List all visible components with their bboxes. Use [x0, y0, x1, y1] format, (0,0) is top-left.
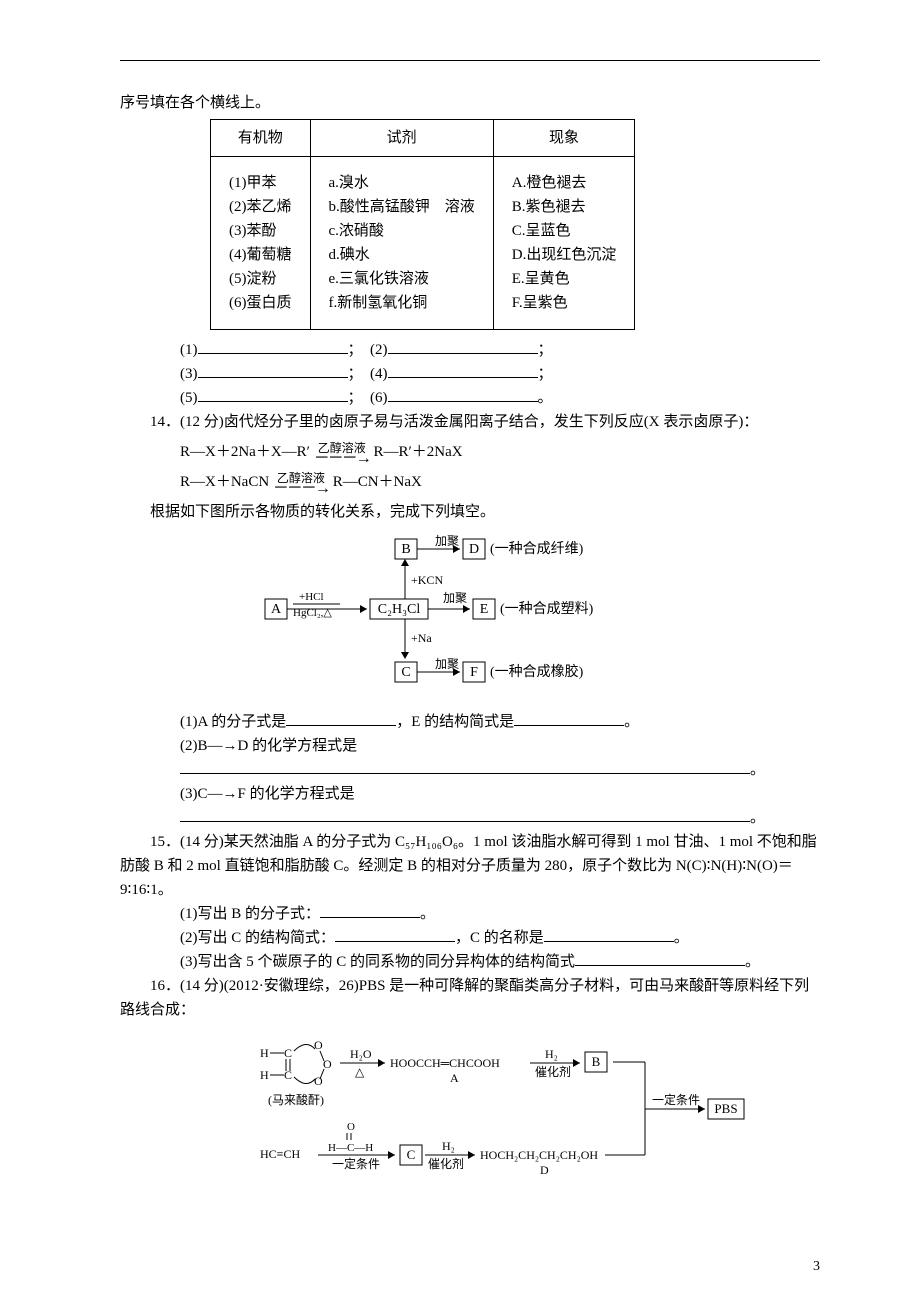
reagent-table: 有机物 试剂 现象 (1)甲苯 (2)苯乙烯 (3)苯酚 (4)葡萄糖 (5)淀… [210, 119, 635, 330]
svg-text:C: C [284, 1068, 292, 1082]
q14-bridge: 根据如下图所示各物质的转化关系，完成下列填空。 [120, 500, 820, 524]
svg-text:催化剂: 催化剂 [428, 1156, 464, 1171]
q14-eq1: R—X＋2Na＋X—R′ 乙醇溶液 －－－→ R—R′＋2NaX [120, 440, 820, 464]
svg-text:A: A [450, 1071, 459, 1085]
svg-text:一定条件: 一定条件 [332, 1156, 380, 1171]
top-rule [120, 60, 820, 61]
blank-4 [388, 362, 538, 378]
svg-text:H—C—H: H—C—H [328, 1142, 373, 1154]
blank-A-formula [286, 710, 396, 726]
svg-text:(一种合成塑料): (一种合成塑料) [500, 601, 594, 617]
svg-text:O: O [347, 1121, 355, 1133]
svg-text:A: A [271, 602, 282, 617]
svg-text:(一种合成橡胶): (一种合成橡胶) [490, 663, 584, 680]
q14-sub3: (3)C―→F 的化学方程式是 [120, 782, 820, 806]
answer-row-2: (3)； (4)； [120, 362, 820, 386]
svg-text:H: H [260, 1068, 269, 1082]
table-row: (1)甲苯 (2)苯乙烯 (3)苯酚 (4)葡萄糖 (5)淀粉 (6)蛋白质 a… [211, 157, 635, 330]
svg-text:B: B [401, 542, 410, 557]
reaction-arrow-2: 乙醇溶液 －－－→ [273, 472, 329, 494]
blank-5 [198, 386, 348, 402]
reaction-arrow-1: 乙醇溶液 －－－→ [314, 442, 370, 464]
blank-C-name [544, 926, 674, 942]
svg-text:H₂: H₂ [545, 1047, 558, 1061]
blank-E-structure [514, 710, 624, 726]
svg-text:O: O [314, 1038, 323, 1052]
svg-text:HC≡CH: HC≡CH [260, 1147, 300, 1161]
blank-1 [198, 338, 348, 354]
svg-text:H₂O: H₂O [350, 1047, 372, 1061]
svg-text:(马来酸酐): (马来酸酐) [268, 1092, 324, 1107]
blank-B-formula [320, 902, 420, 918]
blank-eq-BD [180, 758, 750, 774]
q15-lead: 15．(14 分)某天然油脂 A 的分子式为 C₅₇H₁₀₆O₆。1 mol 该… [120, 830, 820, 902]
q15-sub3: (3)写出含 5 个碳原子的 C 的同系物的同分异构体的结构简式。 [120, 950, 820, 974]
svg-text:加聚: 加聚 [443, 591, 467, 605]
svg-text:HOOCCH═CHCOOH: HOOCCH═CHCOOH [390, 1056, 500, 1070]
intro-text: 序号填在各个横线上。 [120, 91, 820, 115]
svg-text:C: C [407, 1147, 416, 1162]
blank-3 [198, 362, 348, 378]
svg-text:一定条件: 一定条件 [652, 1092, 700, 1107]
q16-lead: 16．(14 分)(2012·安徽理综，26)PBS 是一种可降解的聚酯类高分子… [120, 974, 820, 1022]
svg-text:(一种合成纤维): (一种合成纤维) [490, 541, 584, 557]
svg-text:H₂: H₂ [442, 1139, 455, 1153]
svg-text:C: C [284, 1046, 292, 1060]
svg-text:D: D [540, 1163, 549, 1177]
q14-sub2-blank-line: 。 [120, 758, 820, 782]
answer-row-1: (1)； (2)； [120, 338, 820, 362]
q14-sub3-blank-line: 。 [120, 806, 820, 830]
svg-text:+HCl: +HCl [299, 591, 324, 603]
q16-scheme: H H C C O O O (马来酸酐) H₂O △ [250, 1030, 820, 1198]
svg-text:B: B [592, 1054, 601, 1069]
blank-isomers [575, 950, 745, 966]
svg-text:F: F [470, 665, 478, 680]
svg-text:+KCN: +KCN [411, 573, 443, 587]
svg-text:PBS: PBS [714, 1101, 737, 1116]
svg-text:C₂H₃Cl: C₂H₃Cl [378, 602, 421, 617]
blank-C-structure [335, 926, 455, 942]
blank-6 [388, 386, 538, 402]
cell-compounds: (1)甲苯 (2)苯乙烯 (3)苯酚 (4)葡萄糖 (5)淀粉 (6)蛋白质 [211, 157, 311, 330]
svg-text:HOCH₂CH₂CH₂CH₂OH: HOCH₂CH₂CH₂CH₂OH [480, 1148, 598, 1162]
q14-sub1: (1)A 的分子式是，E 的结构简式是。 [120, 710, 820, 734]
table-header-row: 有机物 试剂 现象 [211, 120, 635, 157]
th-reagent: 试剂 [310, 120, 493, 157]
blank-eq-CF [180, 806, 750, 822]
blank-2 [388, 338, 538, 354]
svg-text:D: D [469, 542, 479, 557]
page-number: 3 [813, 1256, 820, 1278]
svg-text:C: C [401, 665, 410, 680]
svg-text:+Na: +Na [411, 631, 432, 645]
svg-text:加聚: 加聚 [435, 534, 459, 548]
answer-row-3: (5)； (6)。 [120, 386, 820, 410]
svg-text:△: △ [355, 1065, 365, 1079]
svg-text:E: E [480, 602, 489, 617]
svg-text:催化剂: 催化剂 [535, 1064, 571, 1079]
q14-lead: 14．(12 分)卤代烃分子里的卤原子易与活泼金属阳离子结合，发生下列反应(X … [120, 410, 820, 434]
cell-phenomena: A.橙色褪去 B.紫色褪去 C.呈蓝色 D.出现红色沉淀 E.呈黄色 F.呈紫色 [493, 157, 635, 330]
cell-reagents: a.溴水 b.酸性高锰酸钾 溶液 c.浓硝酸 d.碘水 e.三氯化铁溶液 f.新… [310, 157, 493, 330]
th-phenomenon: 现象 [493, 120, 635, 157]
svg-text:O: O [323, 1057, 332, 1071]
svg-text:加聚: 加聚 [435, 657, 459, 671]
q15-sub1: (1)写出 B 的分子式：。 [120, 902, 820, 926]
q14-eq2: R—X＋NaCN 乙醇溶液 －－－→ R—CN＋NaX [120, 470, 820, 494]
svg-text:H: H [260, 1046, 269, 1060]
th-compound: 有机物 [211, 120, 311, 157]
q14-sub2: (2)B―→D 的化学方程式是 [120, 734, 820, 758]
q15-sub2: (2)写出 C 的结构简式：，C 的名称是。 [120, 926, 820, 950]
q14-diagram: B 加聚 D (一种合成纤维) +KCN A +HCl HgCl₂,△ C₂H₃… [120, 534, 820, 704]
